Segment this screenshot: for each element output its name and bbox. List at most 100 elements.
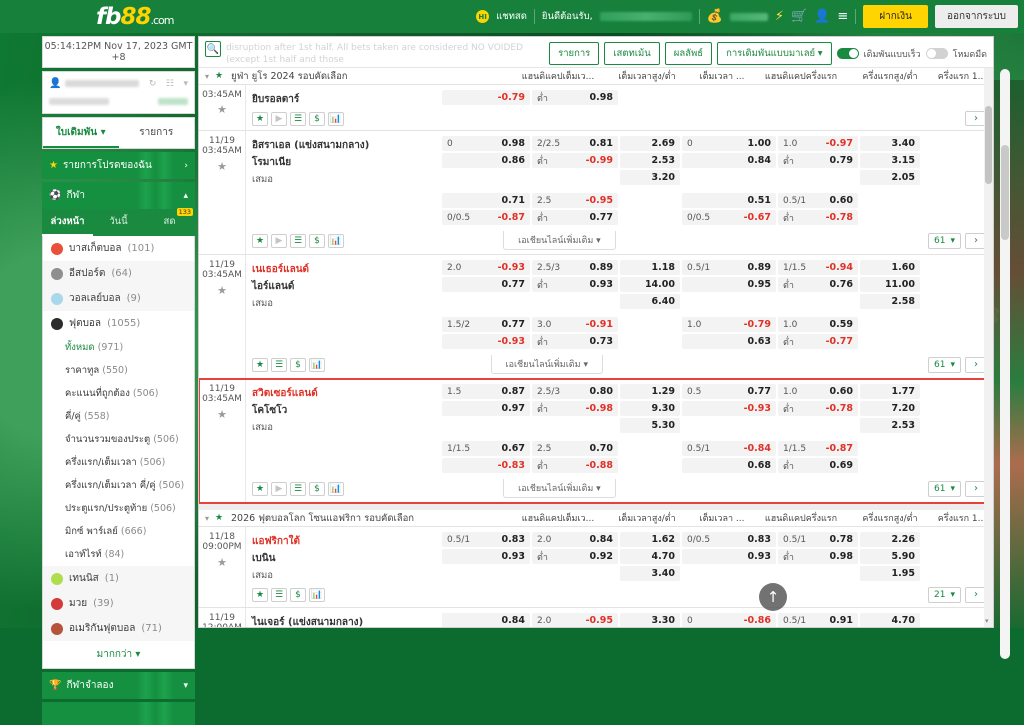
- cart-icon[interactable]: 🛒: [791, 10, 807, 23]
- scroll-down-arrow[interactable]: ▾: [985, 617, 989, 625]
- odds-cell-ht-ou[interactable]: 1/1.5 -0.94: [778, 260, 858, 275]
- scroll-to-top-button[interactable]: ↑: [759, 583, 787, 611]
- odds-cell-ht-ou[interactable]: 1.0 -0.97: [778, 136, 858, 151]
- sports-bar[interactable]: ⚽ กีฬา ▴: [42, 182, 195, 209]
- stats-icon[interactable]: ☰: [271, 357, 287, 372]
- match-row[interactable]: 11/19 12:00AM ★ ไนเจอร์ (แข่งสนามกลาง) แ…: [199, 608, 993, 627]
- odds-cell-ft-1x2[interactable]: 1.29: [620, 384, 680, 399]
- odds-cell-ft-1x2[interactable]: 14.00: [620, 277, 680, 292]
- odds-cell-ft-ou[interactable]: 2.5/3 0.89: [532, 260, 618, 275]
- odds-cell-ht-1x2[interactable]: 1.77: [860, 384, 920, 399]
- odds-cell-ft-ou-2[interactable]: ต่ำ 0.77: [532, 210, 618, 225]
- statement-button[interactable]: เสตทเม้น: [604, 42, 660, 65]
- odds-cell-ht-handicap[interactable]: 0.95: [682, 277, 776, 292]
- stats-icon[interactable]: ☰: [271, 588, 287, 602]
- odds-cell-ft-handicap[interactable]: 0.93: [442, 549, 530, 564]
- chevron-down-icon[interactable]: ▾: [183, 79, 188, 89]
- odds-cell-ft-ou-2[interactable]: ต่ำ -0.88: [532, 458, 618, 473]
- odds-cell-ht-draw[interactable]: 1.95: [860, 566, 920, 581]
- odds-cell-ft-handicap-2[interactable]: 0/0.5 -0.87: [442, 210, 530, 225]
- sidebar-subitem-ht-ft-odd-even[interactable]: ครึ่งแรก/เต็มเวลา คี่/คู่ (506): [43, 474, 194, 497]
- odds-cell-ht-handicap-2[interactable]: 0/0.5 -0.67: [682, 210, 776, 225]
- odds-cell-ft-ou-2[interactable]: 2.5 0.70: [532, 441, 618, 456]
- odds-cell-ht-ou-2[interactable]: 0.5/1 0.60: [778, 193, 858, 208]
- sidebar-item-boxing[interactable]: มวย (39): [43, 591, 194, 616]
- odds-type-select[interactable]: การเดิมพันแบบมาเลย์ ▾: [717, 42, 832, 65]
- show-more-sports[interactable]: มากกว่า ▾: [43, 641, 194, 668]
- chat-label[interactable]: แชทสด: [496, 9, 527, 24]
- odds-cell-ht-handicap-2[interactable]: 0.68: [682, 458, 776, 473]
- search-icon[interactable]: 🔍: [205, 41, 221, 57]
- odds-cell-ht-handicap-2[interactable]: 0.51: [682, 193, 776, 208]
- subtab-live[interactable]: สด 133: [144, 208, 195, 236]
- odds-cell-ft-handicap[interactable]: 0.77: [442, 277, 530, 292]
- odds-cell-ht-ou-2[interactable]: ต่ำ -0.78: [778, 210, 858, 225]
- odds-cell-ht-handicap-2[interactable]: 0.63: [682, 334, 776, 349]
- league-header[interactable]: ▾ ★ ยูฟ่า ยูโร 2024 รอบคัดเลือก แฮนดิแคป…: [199, 68, 993, 85]
- match-row[interactable]: 11/19 03:45AM ★ อิสราเอล (แข่งสนามกลาง) …: [199, 131, 993, 255]
- odds-cell-ht-1x2[interactable]: 2.26: [860, 532, 920, 547]
- odds-cell-ht-ou[interactable]: ต่ำ -0.78: [778, 401, 858, 416]
- odds-cell-ht-handicap[interactable]: 0.5 0.77: [682, 384, 776, 399]
- sidebar-subitem-first-last-goal[interactable]: ประตูแรก/ประตูท้าย (506): [43, 497, 194, 520]
- list-button[interactable]: รายการ: [549, 42, 600, 65]
- odds-cell-ht-handicap-2[interactable]: 0.5/1 -0.84: [682, 441, 776, 456]
- chart-icon[interactable]: 📊: [309, 588, 325, 602]
- page-select[interactable]: 61 ▾: [928, 480, 961, 497]
- grid-icon[interactable]: ☷: [166, 79, 174, 89]
- inner-scrollbar[interactable]: ▾: [984, 68, 993, 627]
- odds-cell-ft-1x2[interactable]: 2.53: [620, 153, 680, 168]
- odds-cell-ht-handicap[interactable]: 0 1.00: [682, 136, 776, 151]
- page-scrollbar[interactable]: [1000, 69, 1010, 659]
- favourites-bar[interactable]: ★ รายการโปรดของฉัน ›: [42, 152, 195, 179]
- dollar-icon[interactable]: $: [309, 111, 325, 126]
- stats-icon[interactable]: ☰: [290, 233, 306, 248]
- odds-cell-ft-handicap[interactable]: 1.5 0.87: [442, 384, 530, 399]
- odds-cell-ht-ou-2[interactable]: ต่ำ -0.77: [778, 334, 858, 349]
- dollar-icon[interactable]: $: [309, 233, 325, 248]
- odds-cell-ht-ou-2[interactable]: 1.0 0.59: [778, 317, 858, 332]
- odds-cell-ft-ou-2[interactable]: ต่ำ 0.73: [532, 334, 618, 349]
- sidebar-subitem-total-goals[interactable]: จำนวนรวมของประตู (506): [43, 428, 194, 451]
- star-icon[interactable]: ★: [199, 556, 245, 570]
- dollar-icon[interactable]: $: [290, 588, 306, 602]
- star-icon[interactable]: ★: [252, 233, 268, 248]
- sidebar-subitem-correct-score[interactable]: คะแนนที่ถูกต้อง (506): [43, 382, 194, 405]
- odds-cell-ht-draw[interactable]: 2.53: [860, 418, 920, 433]
- star-icon[interactable]: ★: [199, 284, 245, 298]
- dollar-icon[interactable]: $: [309, 481, 325, 496]
- odds-cell-ft-handicap[interactable]: 2.0 -0.93: [442, 260, 530, 275]
- odds-cell-ft-1x2[interactable]: 1.62: [620, 532, 680, 547]
- sidebar-subitem-handicap[interactable]: ราคาทูล (550): [43, 359, 194, 382]
- odds-cell-ht-ou-2[interactable]: ต่ำ 0.69: [778, 458, 858, 473]
- odds-cell-ht-1x2[interactable]: 7.20: [860, 401, 920, 416]
- odds-cell-ht-ou-2[interactable]: 1/1.5 -0.87: [778, 441, 858, 456]
- odds-cell-ht-1x2[interactable]: 4.70: [860, 613, 920, 627]
- sidebar-item-volleyball[interactable]: วอลเลย์บอล (9): [43, 286, 194, 311]
- stats-icon[interactable]: ☰: [290, 481, 306, 496]
- odds-cell-ht-handicap[interactable]: 0.84: [682, 153, 776, 168]
- odds-cell-ft-handicap-2[interactable]: 1.5/2 0.77: [442, 317, 530, 332]
- odds-cell-ht-1x2[interactable]: 1.60: [860, 260, 920, 275]
- odds-cell-ft-1x2[interactable]: 3.30: [620, 613, 680, 627]
- sidebar-subitem-outright[interactable]: เอาท์ไรท์ (84): [43, 543, 194, 566]
- odds-cell-ft-ou[interactable]: 2.5/3 0.80: [532, 384, 618, 399]
- sidebar-item-esports[interactable]: อีสปอร์ต (64): [43, 261, 194, 286]
- match-row[interactable]: 11/19 03:45AM ★ เนเธอร์แลนด์ ไอร์แลนด์ เ…: [199, 255, 993, 379]
- results-button[interactable]: ผลลัพธ์: [664, 42, 713, 65]
- chart-icon[interactable]: 📊: [309, 357, 325, 372]
- star-icon[interactable]: ★: [252, 111, 268, 126]
- odds-cell-ht-draw[interactable]: 2.05: [860, 170, 920, 185]
- league-header[interactable]: ▾ ★ 2026 ฟุตบอลโลก โซนแอฟริกา รอบคัดเลือ…: [199, 510, 993, 527]
- odds-cell-ft-handicap-2[interactable]: 1/1.5 0.67: [442, 441, 530, 456]
- odds-cell-ht-ou[interactable]: 1.0 0.60: [778, 384, 858, 399]
- events-scroll-area[interactable]: ▾ ★ ยูฟ่า ยูโร 2024 รอบคัดเลือก แฮนดิแคป…: [199, 68, 993, 627]
- odds-cell-ft-handicap-2[interactable]: 0.71: [442, 193, 530, 208]
- play-icon[interactable]: ▶: [271, 111, 287, 126]
- match-row-highlighted[interactable]: 11/19 03:45AM ★ สวิตเซอร์แลนด์ โคโซโว เส…: [199, 378, 993, 504]
- asian-lines-toggle[interactable]: เอเชียนไลน์เพิ่มเติม ▾: [503, 479, 616, 498]
- chat-icon[interactable]: HI: [476, 10, 490, 23]
- tab-list[interactable]: รายการ: [119, 118, 195, 148]
- odds-cell-ft-1x2[interactable]: 2.69: [620, 136, 680, 151]
- chart-icon[interactable]: 📊: [328, 481, 344, 496]
